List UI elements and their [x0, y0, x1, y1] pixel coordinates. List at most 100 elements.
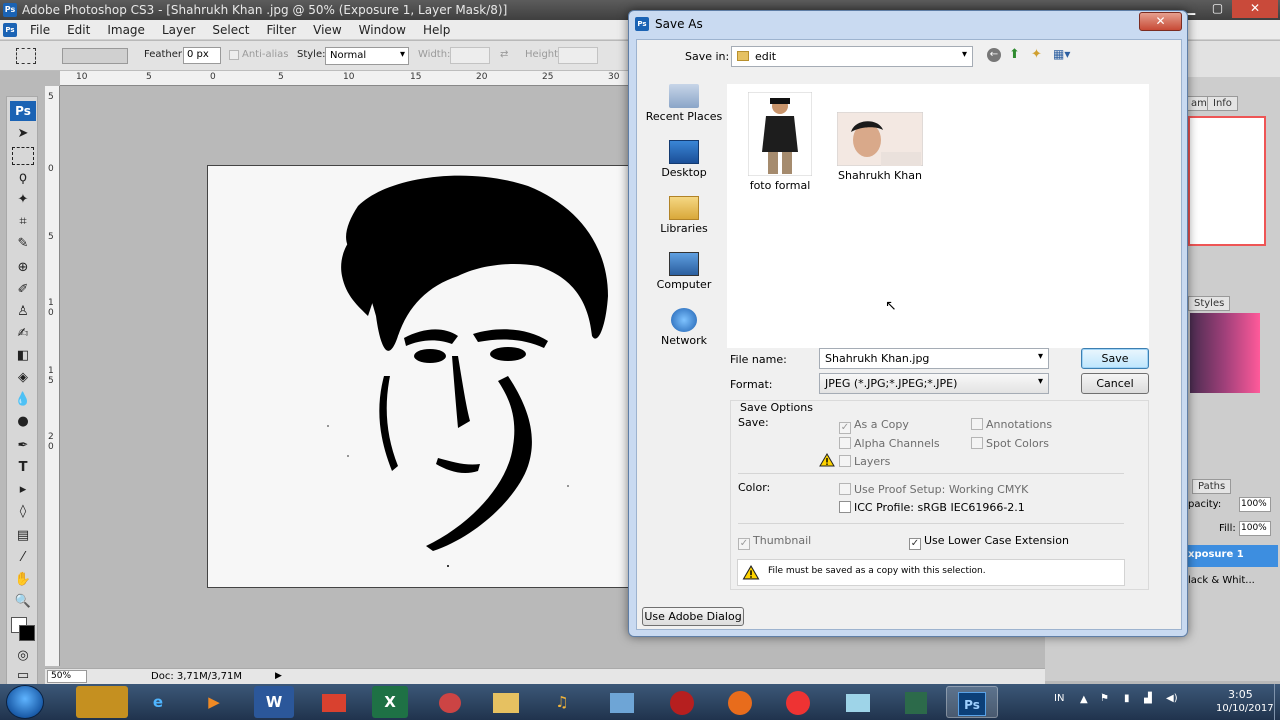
dialog-close-button[interactable]: ✕ — [1139, 12, 1182, 31]
clock-time[interactable]: 3:05 — [1228, 688, 1253, 701]
opacity-input[interactable]: 100% — [1239, 497, 1271, 512]
icc-profile-option[interactable]: ICC Profile: sRGB IEC61966-2.1 — [839, 501, 1025, 514]
place-libraries[interactable]: Libraries — [643, 196, 725, 235]
taskbar-app-photoshop[interactable]: Ps — [946, 686, 998, 718]
file-item[interactable]: Shahrukh Khan — [835, 111, 925, 182]
tab-info[interactable]: Info — [1207, 96, 1238, 111]
navigator-preview[interactable] — [1188, 116, 1266, 246]
alpha-channels-checkbox[interactable] — [839, 437, 851, 449]
close-button[interactable]: ✕ — [1232, 0, 1278, 18]
menu-file[interactable]: File — [30, 23, 59, 37]
taskbar-app-tool[interactable] — [424, 686, 476, 718]
swatches-grid[interactable] — [1190, 313, 1260, 393]
lasso-tool-icon[interactable]: ϙ — [12, 169, 34, 187]
up-folder-icon[interactable]: ⬆ — [1009, 47, 1020, 62]
layers-option[interactable]: Layers — [839, 455, 890, 468]
taskbar-app-music[interactable]: ♫ — [536, 686, 588, 718]
menu-help[interactable]: Help — [423, 23, 459, 37]
taskbar-app-control[interactable] — [596, 686, 648, 718]
feather-input[interactable]: 0 px — [183, 47, 221, 64]
marquee-tool-preset-icon[interactable] — [16, 48, 36, 64]
use-adobe-dialog-button[interactable]: Use Adobe Dialog — [642, 607, 744, 626]
place-desktop[interactable]: Desktop — [643, 140, 725, 179]
move-tool-icon[interactable]: ➤ — [12, 125, 34, 143]
dodge-tool-icon[interactable]: ● — [12, 413, 34, 431]
thumbnail-option[interactable]: ✓ Thumbnail — [738, 534, 811, 550]
alpha-channels-option[interactable]: Alpha Channels — [839, 437, 940, 450]
save-in-select[interactable]: edit ▾ — [731, 46, 973, 67]
layer-exposure[interactable]: xposure 1 — [1188, 545, 1278, 567]
brush-tool-icon[interactable]: ✐ — [12, 281, 34, 299]
taskbar-app-word[interactable]: W — [254, 686, 294, 718]
taskbar-app-capture[interactable] — [772, 686, 824, 718]
show-hidden-icons-icon[interactable]: ▲ — [1080, 694, 1088, 705]
style-select[interactable]: Normal — [325, 47, 409, 65]
foreground-color-swatch[interactable] — [19, 625, 35, 641]
fill-input[interactable]: 100% — [1239, 521, 1271, 536]
language-indicator[interactable]: IN — [1054, 693, 1064, 704]
taskbar-app-firefox[interactable] — [714, 686, 766, 718]
hand-tool-icon[interactable]: ✋ — [12, 571, 34, 589]
save-button[interactable]: Save — [1081, 348, 1149, 369]
use-lower-case-checkbox[interactable]: ✓ — [909, 538, 921, 550]
menu-edit[interactable]: Edit — [67, 23, 99, 37]
as-a-copy-option[interactable]: ✓ As a Copy — [839, 418, 909, 434]
eraser-tool-icon[interactable]: ◧ — [12, 347, 34, 365]
show-desktop-button[interactable] — [1274, 684, 1280, 720]
clone-stamp-tool-icon[interactable]: ♙ — [12, 303, 34, 321]
menu-view[interactable]: View — [313, 23, 350, 37]
annotations-option[interactable]: Annotations — [971, 418, 1052, 431]
notes-tool-icon[interactable]: ▤ — [12, 527, 34, 545]
blur-tool-icon[interactable]: 💧 — [12, 391, 34, 409]
format-select[interactable]: JPEG (*.JPG;*.JPEG;*.JPE) ▾ — [819, 373, 1049, 394]
taskbar-app-recorder[interactable] — [656, 686, 708, 718]
maximize-button[interactable]: ▢ — [1204, 0, 1231, 18]
zoom-level-field[interactable]: 50% — [47, 670, 87, 683]
file-list[interactable]: foto formal Shahrukh Khan ↖ — [727, 84, 1149, 348]
selection-mode-icon[interactable] — [62, 48, 128, 64]
flag-icon[interactable]: ⚑ — [1100, 693, 1109, 704]
document-canvas[interactable] — [207, 165, 637, 588]
pen-tool-icon[interactable]: ✒ — [12, 437, 34, 455]
slice-tool-icon[interactable]: ✎ — [12, 235, 34, 253]
type-tool-icon[interactable]: T — [12, 459, 34, 477]
place-computer[interactable]: Computer — [643, 252, 725, 291]
view-menu-icon[interactable]: ▦▾ — [1053, 47, 1070, 61]
use-lower-case-option[interactable]: ✓ Use Lower Case Extension — [909, 534, 1069, 550]
menu-layer[interactable]: Layer — [162, 23, 204, 37]
use-proof-setup-option[interactable]: Use Proof Setup: Working CMYK — [839, 483, 1028, 496]
menu-window[interactable]: Window — [359, 23, 415, 37]
cancel-button[interactable]: Cancel — [1081, 373, 1149, 394]
back-icon[interactable]: ← — [987, 48, 1001, 62]
taskbar-app-notes[interactable] — [832, 686, 884, 718]
screen-mode-icon[interactable]: ▭ — [12, 667, 34, 685]
taskbar-app-media[interactable]: ▶ — [188, 686, 240, 718]
taskbar-app-excel[interactable]: X — [372, 686, 408, 718]
use-proof-setup-checkbox[interactable] — [839, 483, 851, 495]
volume-icon[interactable]: ◀) — [1166, 693, 1178, 704]
annotations-checkbox[interactable] — [971, 418, 983, 430]
menu-image[interactable]: Image — [107, 23, 154, 37]
width-input[interactable] — [450, 47, 490, 64]
paint-bucket-tool-icon[interactable]: ◈ — [12, 369, 34, 387]
spot-colors-checkbox[interactable] — [971, 437, 983, 449]
file-item[interactable]: foto formal — [747, 91, 813, 192]
history-brush-tool-icon[interactable]: ✍ — [12, 325, 34, 343]
taskbar-app-photo[interactable] — [76, 686, 128, 718]
thumbnail-checkbox[interactable]: ✓ — [738, 538, 750, 550]
crop-tool-icon[interactable]: ⌗ — [12, 213, 34, 231]
zoom-tool-icon[interactable]: 🔍 — [12, 593, 34, 611]
menu-select[interactable]: Select — [212, 23, 258, 37]
shape-tool-icon[interactable]: ◊ — [12, 503, 34, 521]
quick-mask-icon[interactable]: ◎ — [12, 647, 34, 665]
taskbar-app-editor[interactable] — [890, 686, 942, 718]
status-menu-arrow-icon[interactable]: ▶ — [275, 671, 282, 681]
taskbar-app-explorer[interactable] — [480, 686, 532, 718]
file-name-input[interactable]: Shahrukh Khan.jpg ▾ — [819, 348, 1049, 369]
as-a-copy-checkbox[interactable]: ✓ — [839, 422, 851, 434]
marquee-tool-icon[interactable] — [12, 147, 34, 165]
icc-profile-checkbox[interactable] — [839, 501, 851, 513]
eyedropper-tool-icon[interactable]: ⁄ — [12, 549, 34, 567]
photoshop-menu-icon[interactable]: Ps — [3, 23, 17, 37]
clock-date[interactable]: 10/10/2017 — [1216, 703, 1274, 714]
